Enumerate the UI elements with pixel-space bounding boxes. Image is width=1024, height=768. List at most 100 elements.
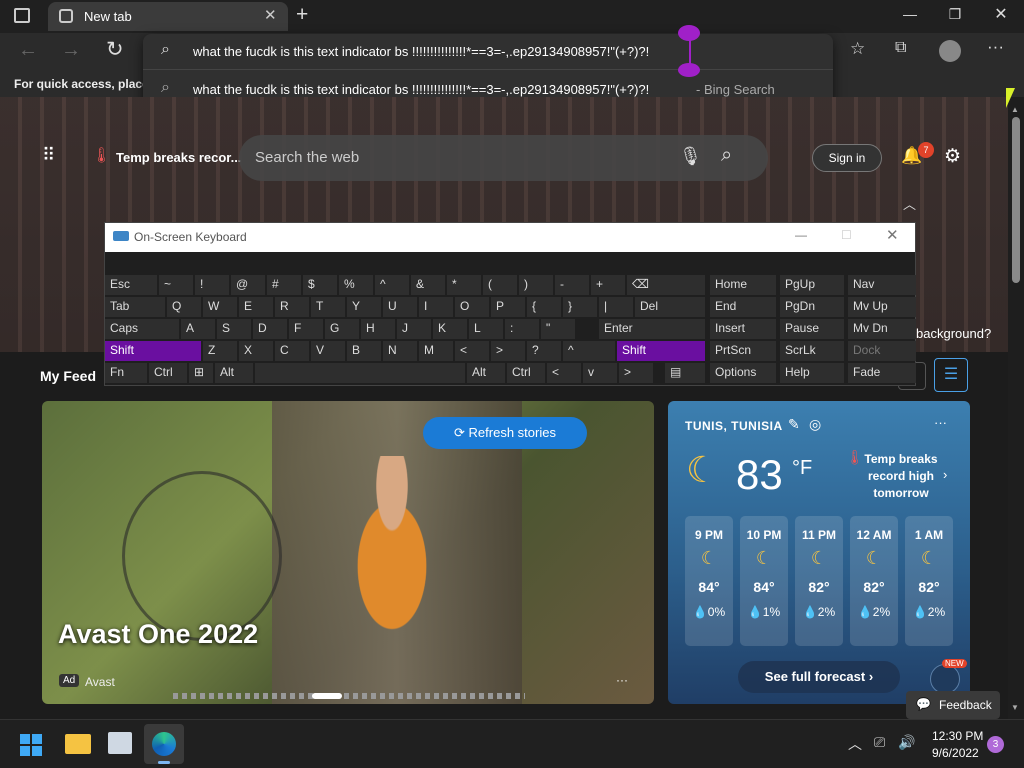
osk-key-symbol[interactable]: ▤ — [665, 363, 705, 383]
osk-key-d[interactable]: D — [253, 319, 287, 339]
close-window-button[interactable]: ✕ — [986, 4, 1016, 24]
osk-key-symbol[interactable]: } — [563, 297, 597, 317]
clock-date[interactable]: 9/6/2022 — [932, 746, 979, 760]
weather-more-icon[interactable]: ··· — [934, 415, 947, 430]
settings-gear-icon[interactable]: ⚙ — [944, 145, 961, 168]
network-icon[interactable]: ⎚ — [874, 734, 885, 751]
on-screen-keyboard-window[interactable]: On-Screen Keyboard — ☐ ✕ Esc ~! @ # $% ^ & *() -… — [104, 222, 916, 386]
osk-key-esc[interactable]: Esc — [105, 275, 157, 295]
osk-key-symbol[interactable]: ^ — [563, 341, 615, 361]
osk-key-s[interactable]: S — [217, 319, 251, 339]
osk-key-shift[interactable]: Shift — [617, 341, 705, 361]
minimize-button[interactable]: — — [895, 6, 925, 22]
apps-launcher-icon[interactable]: ⠿ — [42, 145, 56, 166]
osk-key-symbol[interactable]: ~ — [159, 275, 193, 295]
osk-key-u[interactable]: U — [383, 297, 417, 317]
osk-key-w[interactable]: W — [203, 297, 237, 317]
osk-key-fade[interactable]: Fade — [848, 363, 916, 383]
osk-key-symbol[interactable]: " — [541, 319, 575, 339]
weather-alert[interactable]: Temp breaks record high tomorrow — [860, 451, 942, 502]
hero-story-card[interactable]: ⟳ Refresh stories Avast One 2022 Ad Avas… — [42, 401, 654, 704]
microphone-icon[interactable]: 🎙 — [679, 146, 702, 167]
scroll-down-arrow[interactable]: ▼ — [1011, 703, 1019, 712]
page-scrollbar[interactable]: ▲ ▼ — [1008, 97, 1024, 719]
collapse-chevron-icon[interactable]: ︿ — [903, 194, 916, 213]
osk-key-scrlk[interactable]: ScrLk — [780, 341, 844, 361]
globe-icon[interactable]: ◎ — [809, 416, 821, 433]
profile-avatar[interactable] — [939, 40, 961, 62]
osk-key-v[interactable]: V — [311, 341, 345, 361]
feedback-button[interactable]: 💬 Feedback — [906, 691, 1000, 719]
weather-card[interactable]: TUNIS, TUNISIA ✎ ◎ ··· ☾ 83 °F 🌡 Temp br… — [668, 401, 970, 704]
osk-key-y[interactable]: Y — [347, 297, 381, 317]
web-search-input[interactable]: Search the web — [255, 149, 359, 166]
clock-time[interactable]: 12:30 PM — [932, 729, 983, 743]
osk-key-ctrl[interactable]: Ctrl — [507, 363, 545, 383]
hero-more-icon[interactable]: ··· — [616, 673, 628, 687]
address-input-row[interactable]: ⌕ what the fucdk is this text indicator … — [143, 25, 833, 77]
osk-key-e[interactable]: E — [239, 297, 273, 317]
osk-key-c[interactable]: C — [275, 341, 309, 361]
osk-close-button[interactable]: ✕ — [886, 226, 899, 244]
osk-key-symbol[interactable]: ( — [483, 275, 517, 295]
osk-key-symbol[interactable]: ? — [527, 341, 561, 361]
osk-key-tab[interactable]: Tab — [105, 297, 165, 317]
osk-key-x[interactable]: X — [239, 341, 273, 361]
refresh-stories-button[interactable]: ⟳ Refresh stories — [423, 417, 587, 449]
osk-key-dock[interactable]: Dock — [848, 341, 916, 361]
osk-key-o[interactable]: O — [455, 297, 489, 317]
forward-button[interactable]: → — [61, 39, 81, 62]
sign-in-button[interactable]: Sign in — [812, 144, 882, 172]
osk-key-symbol[interactable]: < — [455, 341, 489, 361]
start-button[interactable] — [20, 734, 42, 756]
osk-key-symbol[interactable]: ^ — [375, 275, 409, 295]
list-layout-icon[interactable]: ☰ — [934, 358, 968, 392]
osk-key-n[interactable]: N — [383, 341, 417, 361]
osk-key-r[interactable]: R — [275, 297, 309, 317]
osk-key-symbol[interactable]: ) — [519, 275, 553, 295]
my-feed-title[interactable]: My Feed — [40, 368, 96, 384]
osk-key-symbol[interactable]: - — [555, 275, 589, 295]
osk-key-pgdn[interactable]: PgDn — [780, 297, 844, 317]
osk-key-symbol[interactable]: * — [447, 275, 481, 295]
osk-key-z[interactable]: Z — [203, 341, 237, 361]
osk-key-ctrl[interactable]: Ctrl — [149, 363, 187, 383]
osk-key-alt[interactable]: Alt — [215, 363, 253, 383]
osk-key-symbol[interactable]: | — [599, 297, 633, 317]
refresh-button[interactable]: ↻ — [106, 37, 124, 62]
new-tab-button[interactable]: + — [296, 3, 308, 27]
osk-key-end[interactable]: End — [710, 297, 776, 317]
osk-key-symbol[interactable]: $ — [303, 275, 337, 295]
osk-key-help[interactable]: Help — [780, 363, 844, 383]
remote-desktop-icon[interactable] — [108, 732, 132, 754]
osk-key-symbol[interactable]: % — [339, 275, 373, 295]
close-tab-icon[interactable]: ✕ — [264, 6, 277, 24]
osk-key-symbol[interactable]: { — [527, 297, 561, 317]
osk-key-h[interactable]: H — [361, 319, 395, 339]
osk-key-caps[interactable]: Caps — [105, 319, 179, 339]
osk-key-symbol[interactable]: ! — [195, 275, 229, 295]
osk-key-symbol[interactable]: ⌫ — [627, 275, 705, 295]
back-button[interactable]: ← — [18, 39, 38, 62]
show-hidden-icons-chevron[interactable]: ︿ — [848, 734, 862, 754]
osk-key-space[interactable] — [255, 363, 465, 383]
headline-link[interactable]: Temp breaks recor... — [116, 150, 242, 165]
file-explorer-icon[interactable] — [65, 734, 91, 754]
osk-key-symbol[interactable]: @ — [231, 275, 265, 295]
osk-key-symbol[interactable]: : — [505, 319, 539, 339]
osk-key-symbol[interactable]: > — [491, 341, 525, 361]
osk-key-t[interactable]: T — [311, 297, 345, 317]
edit-location-icon[interactable]: ✎ — [788, 416, 800, 433]
address-input[interactable]: what the fucdk is this text indicator bs… — [193, 44, 649, 59]
edge-taskbar-button[interactable] — [144, 724, 184, 764]
tab-actions-icon[interactable] — [14, 8, 30, 23]
see-full-forecast-button[interactable]: See full forecast › — [738, 661, 900, 693]
search-submit-icon[interactable]: ⌕ — [721, 144, 732, 167]
radar-icon[interactable] — [930, 664, 960, 694]
osk-key-g[interactable]: G — [325, 319, 359, 339]
osk-key-alt[interactable]: Alt — [467, 363, 505, 383]
osk-key-symbol[interactable]: > — [619, 363, 653, 383]
osk-key-enter[interactable]: Enter — [599, 319, 705, 339]
osk-key-m[interactable]: M — [419, 341, 453, 361]
osk-key-p[interactable]: P — [491, 297, 525, 317]
